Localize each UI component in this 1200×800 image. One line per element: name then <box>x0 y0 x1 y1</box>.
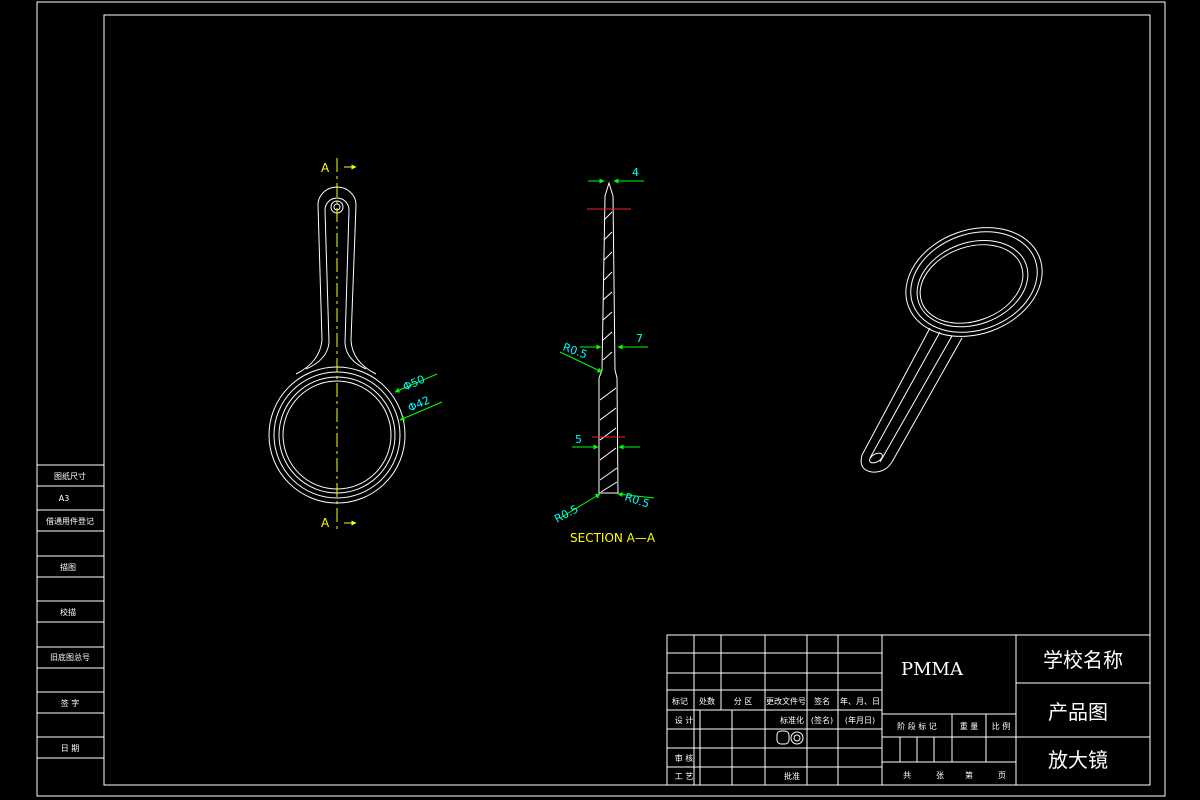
header-zone: 分 区 <box>734 697 753 706</box>
review-label: 审 核 <box>675 753 694 763</box>
header-change-doc: 更改文件号 <box>766 696 806 706</box>
header-count: 处数 <box>699 696 715 706</box>
sheet-total-label: 共 <box>903 771 911 780</box>
radius-left-middle: R0.5 <box>561 341 589 362</box>
header-mark: 标记 <box>672 696 688 706</box>
page-label: 页 <box>998 771 1006 780</box>
approve-label: 批准 <box>784 771 800 781</box>
strip-label-signature: 签 字 <box>61 698 80 708</box>
material-label: PMMA <box>901 659 964 680</box>
left-revision-strip: 图纸尺寸 A3 借通用件登记 描图 校描 旧底图总号 签 字 日 期 <box>37 464 104 759</box>
header-signature: 签名 <box>814 696 830 706</box>
strip-label-trace: 描图 <box>60 562 76 572</box>
drawing-type: 产品图 <box>1048 700 1108 724</box>
section-view: 4 7 5 R0.5 R0.5 R0.5 SECTION A—A <box>552 166 656 545</box>
sheet-unit-label: 张 <box>936 771 944 780</box>
weight-header: 重 量 <box>960 721 979 731</box>
radius-right-bottom: R0.5 <box>623 490 651 510</box>
front-view: A A Φ50 Φ42 <box>268 158 443 530</box>
radius-left-bottom: R0.5 <box>552 502 580 525</box>
cad-drawing-sheet: 图纸尺寸 A3 借通用件登记 描图 校描 旧底图总号 签 字 日 期 A A Φ <box>36 1 1166 797</box>
school-name: 学校名称 <box>1043 648 1123 672</box>
title-block: 标记 处数 分 区 更改文件号 签名 年、月、日 设 计 标准化 (签名) (年… <box>666 634 1151 786</box>
stage-mark-header: 阶 段 标 记 <box>897 721 937 731</box>
dimension-7: 7 <box>636 332 643 345</box>
section-letter-top: A <box>321 161 330 175</box>
dimension-4: 4 <box>632 166 639 179</box>
iso-handle <box>860 327 963 473</box>
product-name: 放大镜 <box>1048 748 1108 772</box>
iso-handle-hole <box>869 452 883 464</box>
strip-label-date: 日 期 <box>61 744 80 753</box>
iso-lens-outer <box>905 227 1043 337</box>
section-title: SECTION A—A <box>570 531 656 545</box>
strip-label-old-number: 旧底图总号 <box>50 652 90 662</box>
isometric-view <box>860 227 1043 473</box>
sign-label: (签名) <box>811 715 833 725</box>
iso-lens-inner <box>916 239 1029 328</box>
process-label: 工 艺 <box>675 772 694 781</box>
section-letter-bottom: A <box>321 516 330 530</box>
strip-label-common-parts: 借通用件登记 <box>46 516 94 526</box>
diameter-50-label: Φ50 <box>401 373 427 394</box>
inner-drawing-border <box>103 14 1151 786</box>
handle-inner-outline <box>324 197 367 370</box>
header-date: 年、月、日 <box>840 696 880 706</box>
dimension-5: 5 <box>575 433 582 446</box>
strip-label-a3: A3 <box>59 494 70 503</box>
strip-label-check: 校描 <box>60 607 76 617</box>
sheet-number-label: 第 <box>965 770 973 780</box>
standard-label: 标准化 <box>780 715 804 725</box>
design-label: 设 计 <box>675 715 694 725</box>
section-body-outline <box>598 181 619 494</box>
scale-header: 比 例 <box>992 721 1011 731</box>
strip-label-size: 图纸尺寸 <box>54 471 86 481</box>
standard-stamp-icon <box>776 730 804 745</box>
date-label: (年月日) <box>845 715 875 725</box>
